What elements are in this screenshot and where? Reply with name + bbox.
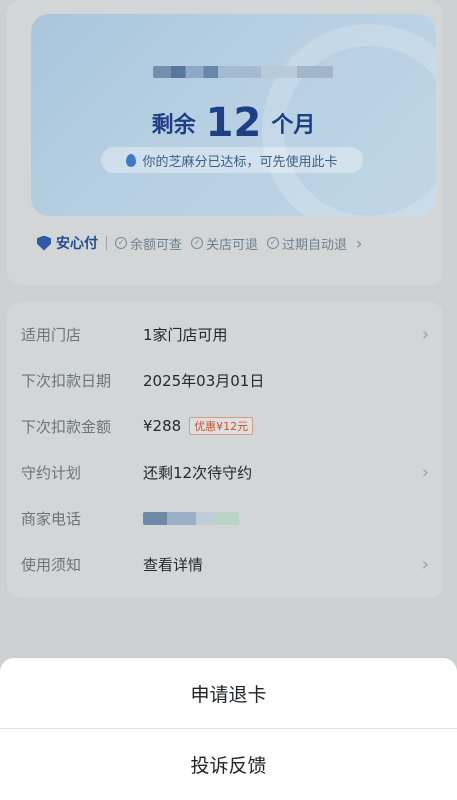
discount-badge: 优惠¥12元 [189, 417, 254, 435]
remaining-prefix: 剩余 [151, 113, 196, 138]
detail-value: 查看详情 [143, 555, 204, 574]
detail-label: 使用须知 [21, 555, 82, 574]
assurance-brand-label: 安心付 [56, 236, 98, 252]
detail-value: 2025年03月01日 [143, 371, 265, 390]
detail-row-notice[interactable]: 使用须知 查看详情 › [7, 544, 443, 584]
credit-notice-text: 你的芝麻分已达标，可先使用此卡 [142, 154, 338, 170]
detail-row-next-date: 下次扣款日期 2025年03月01日 [7, 360, 443, 400]
detail-row-plan[interactable]: 守约计划 还剩12次待守约 › [7, 452, 443, 492]
assurance-feature: ✓ 关店可退 [191, 234, 258, 253]
check-circle-icon: ✓ [115, 237, 127, 249]
detail-value: 还剩12次待守约 [143, 463, 253, 482]
masked-phone-number [143, 511, 239, 525]
remaining-number: 12 [205, 100, 262, 146]
detail-value: 1家门店可用 [143, 325, 228, 344]
detail-row-store[interactable]: 适用门店 1家门店可用 › [7, 314, 443, 354]
amount-value: ¥288 [143, 417, 182, 435]
check-circle-icon: ✓ [267, 237, 280, 249]
detail-row-phone[interactable]: 商家电话 [7, 498, 443, 538]
detail-label: 下次扣款日期 [21, 371, 112, 390]
refund-card-button[interactable]: 申请退卡 [0, 658, 457, 728]
membership-card: 剩余 12 个月 你的芝麻分已达标，可先使用此卡 [31, 14, 436, 216]
masked-card-name [153, 66, 333, 78]
action-sheet: 申请退卡 投诉反馈 [0, 658, 457, 800]
detail-label: 下次扣款金额 [21, 417, 112, 436]
check-circle-icon: ✓ [191, 237, 204, 249]
assurance-feature-label: 余额可查 [130, 237, 183, 253]
detail-label: 商家电话 [21, 509, 82, 528]
detail-label: 守约计划 [21, 463, 82, 482]
remaining-suffix: 个月 [271, 113, 316, 138]
remaining-duration: 剩余 12 个月 [31, 100, 436, 146]
shield-icon [37, 235, 51, 251]
detail-value: ¥288 优惠¥12元 [143, 417, 254, 435]
detail-row-next-amount: 下次扣款金额 ¥288 优惠¥12元 [7, 406, 443, 446]
assurance-feature: ✓ 余额可查 [115, 234, 182, 253]
assurance-brand: 安心付 [37, 233, 98, 253]
chevron-right-icon: › [356, 233, 363, 253]
assurance-feature-label: 关店可退 [206, 237, 259, 253]
card-details-list: 适用门店 1家门店可用 › 下次扣款日期 2025年03月01日 下次扣款金额 … [7, 302, 443, 598]
membership-card-section: 剩余 12 个月 你的芝麻分已达标，可先使用此卡 安心付 ✓ 余额可查 ✓ 关店可退 [7, 0, 443, 285]
chevron-right-icon: › [421, 323, 429, 345]
complaint-button[interactable]: 投诉反馈 [0, 729, 457, 799]
detail-value [143, 511, 239, 525]
assurance-bar[interactable]: 安心付 ✓ 余额可查 ✓ 关店可退 ✓ 过期自动退 › [7, 228, 443, 258]
divider [106, 236, 107, 250]
chevron-right-icon: › [421, 553, 429, 575]
chevron-right-icon: › [421, 461, 429, 483]
assurance-feature-label: 过期自动退 [282, 237, 348, 253]
assurance-feature: ✓ 过期自动退 [267, 234, 347, 253]
drop-icon [126, 153, 137, 167]
credit-notice: 你的芝麻分已达标，可先使用此卡 [101, 147, 363, 173]
detail-label: 适用门店 [21, 325, 82, 344]
